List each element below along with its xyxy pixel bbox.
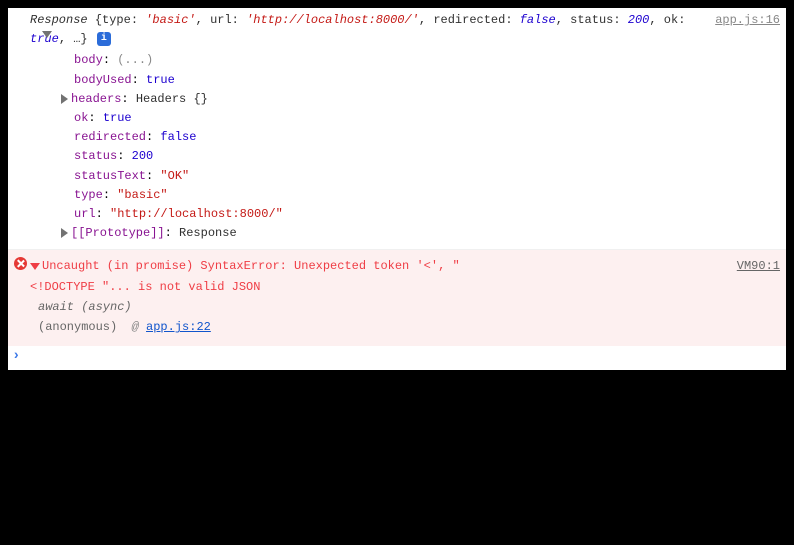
expand-toggle-icon[interactable] [42, 31, 52, 38]
property-value: (...) [117, 53, 153, 67]
property-value: Response [179, 226, 237, 240]
property-value: Headers {} [136, 92, 208, 106]
error-message: Uncaught (in promise) SyntaxError: Unexp… [30, 259, 460, 293]
console-prompt-icon[interactable]: › [8, 346, 786, 370]
object-summary[interactable]: Response {type: 'basic', url: 'http://lo… [30, 13, 685, 46]
object-properties: body: (...)bodyUsed: trueheaders: Header… [30, 51, 780, 243]
property-row[interactable]: url: "http://localhost:8000/" [30, 205, 780, 224]
info-icon[interactable]: i [97, 32, 111, 46]
stack-frame: await (async) [30, 297, 780, 317]
property-value: "OK" [160, 169, 189, 183]
property-row[interactable]: status: 200 [30, 147, 780, 166]
expand-toggle-icon[interactable] [61, 228, 68, 238]
console-panel: app.js:16 Response {type: 'basic', url: … [8, 8, 786, 370]
property-key: body [74, 53, 103, 67]
property-key: type [74, 188, 103, 202]
expand-toggle-icon[interactable] [61, 94, 68, 104]
property-key: [[Prototype]] [71, 226, 165, 240]
property-row[interactable]: headers: Headers {} [30, 90, 780, 109]
property-key: status [74, 149, 117, 163]
property-row[interactable]: statusText: "OK" [30, 167, 780, 186]
stack-frame: (anonymous) @ app.js:22 [30, 317, 780, 337]
property-row[interactable]: bodyUsed: true [30, 71, 780, 90]
property-row[interactable]: type: "basic" [30, 186, 780, 205]
property-value: "basic" [117, 188, 167, 202]
error-expand-toggle-icon[interactable] [30, 263, 40, 270]
property-key: url [74, 207, 96, 221]
property-value: "http://localhost:8000/" [110, 207, 283, 221]
source-link[interactable]: app.js:16 [715, 11, 780, 30]
stack-source-link[interactable]: app.js:22 [146, 320, 211, 334]
console-error-entry: VM90:1 Uncaught (in promise) SyntaxError… [8, 250, 786, 346]
object-class-name: Response [30, 13, 88, 27]
property-key: ok [74, 111, 88, 125]
error-icon [14, 257, 27, 270]
error-source-link[interactable]: VM90:1 [737, 256, 780, 276]
property-key: headers [71, 92, 121, 106]
property-value: 200 [132, 149, 154, 163]
property-key: bodyUsed [74, 73, 132, 87]
property-value: true [103, 111, 132, 125]
property-row[interactable]: [[Prototype]]: Response [30, 224, 780, 243]
property-value: false [160, 130, 196, 144]
property-row[interactable]: ok: true [30, 109, 780, 128]
property-value: true [146, 73, 175, 87]
property-row[interactable]: redirected: false [30, 128, 780, 147]
console-log-entry: app.js:16 Response {type: 'basic', url: … [8, 8, 786, 250]
property-key: statusText [74, 169, 146, 183]
property-row[interactable]: body: (...) [30, 51, 780, 70]
property-key: redirected [74, 130, 146, 144]
